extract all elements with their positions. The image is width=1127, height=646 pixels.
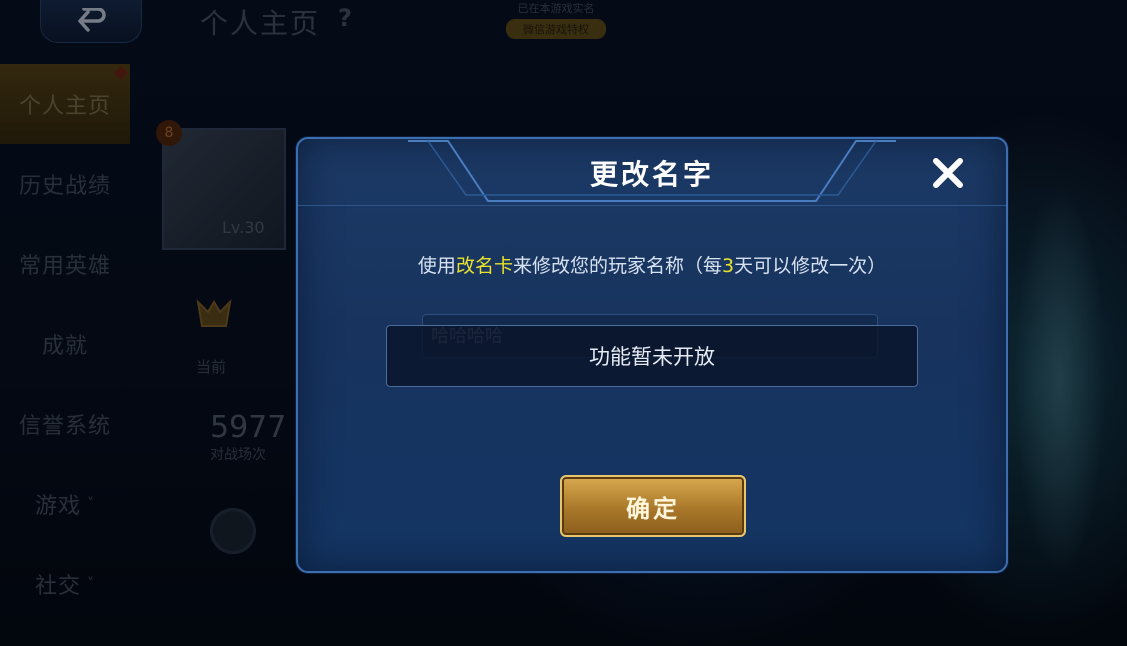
desc-text: 来修改您的玩家名称（每	[512, 255, 722, 277]
close-icon	[933, 158, 963, 188]
close-button[interactable]	[928, 153, 968, 193]
dialog-header: 更改名字	[298, 139, 1006, 206]
rename-dialog: 更改名字 使用改名卡来修改您的玩家名称（每3天可以修改一次） 哈哈哈哈 功能暂未…	[296, 137, 1008, 573]
rename-card-highlight: 改名卡	[455, 255, 513, 277]
rename-description: 使用改名卡来修改您的玩家名称（每3天可以修改一次）	[298, 251, 1006, 278]
feature-unavailable-toast: 功能暂未开放	[386, 325, 918, 387]
days-highlight: 3	[721, 255, 735, 277]
desc-text: 使用	[417, 255, 456, 277]
confirm-button[interactable]: 确定	[560, 475, 746, 537]
dialog-title: 更改名字	[589, 158, 714, 191]
desc-text: 天可以修改一次）	[734, 255, 887, 277]
